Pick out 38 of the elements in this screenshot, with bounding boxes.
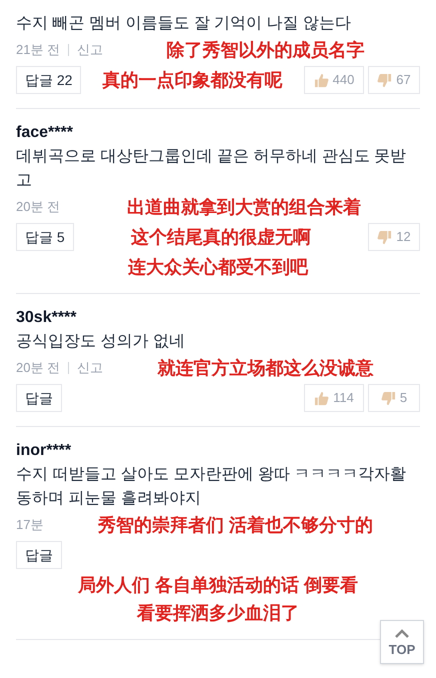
dislike-button[interactable]: 12: [368, 223, 420, 251]
comment-author: inor****: [16, 441, 72, 461]
like-button[interactable]: 440: [304, 66, 364, 94]
comment-author: 30sk****: [16, 308, 78, 328]
caption-text: 看要挥洒多少血泪了: [137, 602, 299, 625]
thumbs-down-icon: [377, 72, 392, 88]
report-link[interactable]: 신고: [77, 40, 104, 60]
thumbs-up-icon: [314, 72, 329, 88]
comment-time: 21분 전: [16, 41, 60, 60]
comment-time: 20분 전: [16, 359, 60, 378]
reply-button[interactable]: 답글 22: [16, 66, 82, 94]
caption-text: 连大众关心都受不到吧: [128, 256, 308, 279]
comment-text: 공식입장도 성의가 없네: [16, 332, 186, 352]
top-button[interactable]: TOP: [380, 620, 424, 664]
report-link[interactable]: 신고: [77, 358, 104, 378]
comment-text: 수지 떠받들고 살아도 모자란판에 왕따 ㅋㅋㅋㅋ각자활동하며 피눈물 흘려봐야지: [16, 465, 408, 509]
comment-time: 17분: [16, 516, 44, 534]
caret-up-icon: [394, 628, 410, 638]
comment-text: 데뷔곡으로 대상탄그룹인데 끝은 허무하네 관심도 못받고: [16, 147, 408, 191]
like-button[interactable]: 114: [304, 384, 364, 412]
comment-text: 수지 빼곤 멤버 이름들도 잘 기억이 나질 않는다: [16, 14, 352, 34]
caption-text: 就连官方立场都这么没诚意: [158, 357, 374, 380]
dislike-button[interactable]: 67: [368, 66, 420, 94]
comment-time: 20분 전: [16, 198, 60, 216]
comment-author: face****: [16, 123, 74, 143]
dislike-button[interactable]: 5: [368, 384, 420, 412]
thumbs-up-icon: [314, 390, 330, 406]
caption-text: 秀智的崇拜者们 活着也不够分寸的: [98, 514, 374, 537]
caption-text: 出道曲就拿到大赏的组合来着: [127, 196, 362, 219]
reply-button[interactable]: 답글: [16, 541, 62, 569]
reply-button[interactable]: 답글 5: [16, 223, 74, 251]
caption-text: 局外人们 各自单独活动的话 倒要看: [78, 574, 358, 597]
thumbs-down-icon: [380, 390, 396, 406]
caption-text: 这个结尾真的很虚无啊: [130, 226, 311, 249]
caption-text: 除了秀智以外的成员名字: [166, 39, 365, 62]
thumbs-down-icon: [377, 230, 392, 244]
reply-button[interactable]: 답글: [16, 384, 62, 412]
caption-text: 真的一点印象都没有呢: [102, 69, 283, 92]
